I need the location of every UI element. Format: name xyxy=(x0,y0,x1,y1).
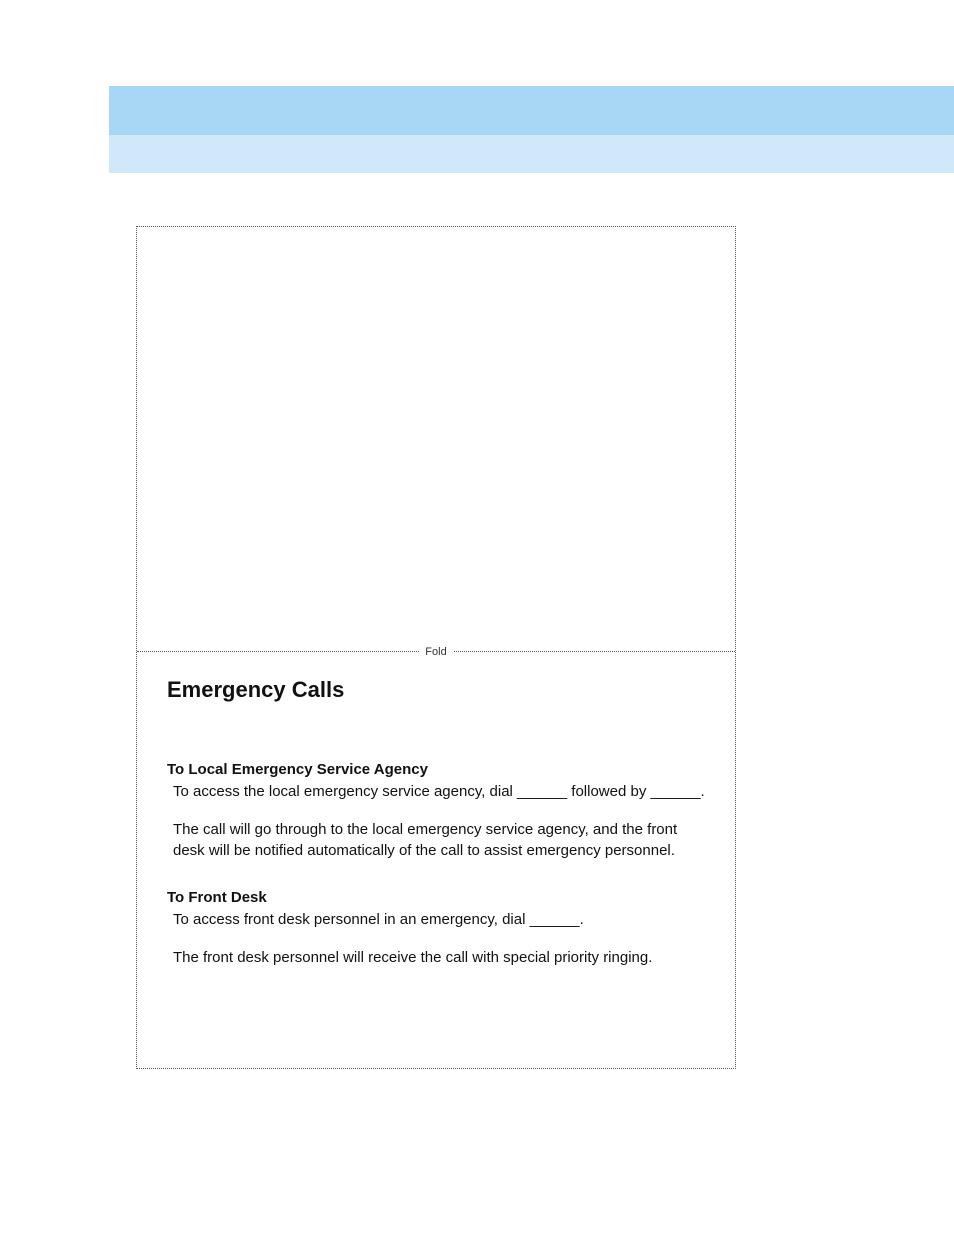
fold-label: Fold xyxy=(419,643,452,661)
section-paragraph: The call will go through to the local em… xyxy=(167,820,705,861)
document-page: Fold Emergency Calls To Local Emergency … xyxy=(0,0,954,1235)
section-title: To Front Desk xyxy=(167,889,705,906)
section-paragraph: To access front desk personnel in an eme… xyxy=(167,910,705,930)
header-band-dark xyxy=(109,86,954,135)
section-paragraph: To access the local emergency service ag… xyxy=(167,782,705,802)
card-frame: Fold Emergency Calls To Local Emergency … xyxy=(136,226,736,1069)
section-local-emergency: To Local Emergency Service Agency To acc… xyxy=(167,761,705,861)
content-area: Emergency Calls To Local Emergency Servi… xyxy=(167,677,705,996)
section-title: To Local Emergency Service Agency xyxy=(167,761,705,778)
header-band-light xyxy=(109,135,954,173)
page-title: Emergency Calls xyxy=(167,677,705,703)
section-paragraph: The front desk personnel will receive th… xyxy=(167,948,705,968)
section-front-desk: To Front Desk To access front desk perso… xyxy=(167,889,705,969)
fold-divider: Fold xyxy=(137,642,735,660)
